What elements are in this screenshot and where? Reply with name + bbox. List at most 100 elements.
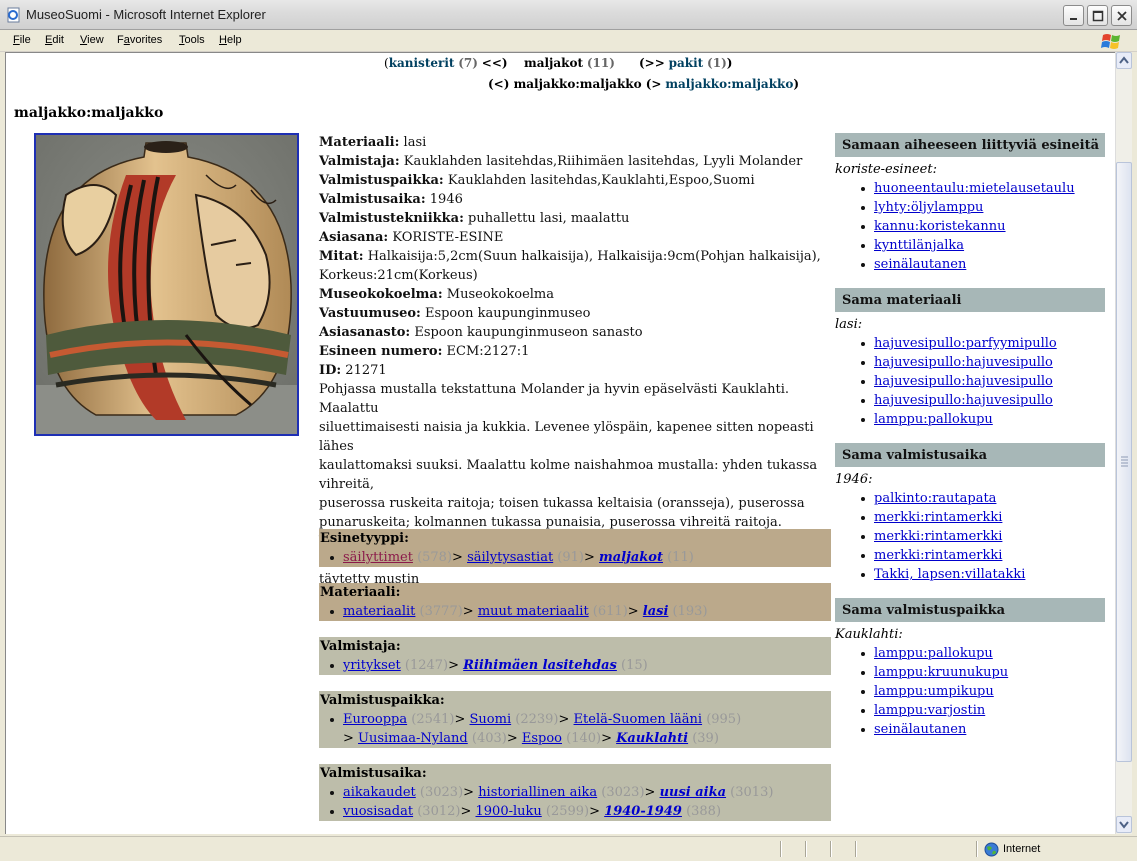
category-link[interactable]: Suomi <box>470 712 512 727</box>
page-title: maljakko:maljakko <box>14 105 164 121</box>
current-category-link[interactable]: maljakot <box>599 550 663 565</box>
related-link[interactable]: hajuvesipullo:hajuvesipullo <box>874 355 1053 370</box>
current-category-link[interactable]: lasi <box>643 604 669 619</box>
related-item: kannu:koristekannu <box>861 217 1105 236</box>
category-link[interactable]: yritykset <box>343 658 401 673</box>
related-link[interactable]: Takki, lapsen:villatakki <box>874 567 1025 582</box>
category-link[interactable]: historiallinen aika <box>478 785 597 800</box>
current-category-link[interactable]: uusi aika <box>660 785 726 800</box>
maximize-button[interactable] <box>1087 5 1108 26</box>
related-box: Sama materiaali lasi: hajuvesipullo:parfyy… <box>835 288 1105 429</box>
scroll-thumb[interactable] <box>1116 162 1132 762</box>
related-link[interactable]: hajuvesipullo:parfyymipullo <box>874 336 1057 351</box>
category-link[interactable]: Etelä-Suomen lääni <box>574 712 703 727</box>
category-link[interactable]: vuosisadat <box>343 804 413 819</box>
related-link[interactable]: huoneentaulu:mietelausetaulu <box>874 181 1075 196</box>
current-category-link[interactable]: Kauklahti <box>616 731 688 746</box>
category-link[interactable]: 1900-luku <box>476 804 542 819</box>
related-link[interactable]: lyhty:öljylamppu <box>874 200 983 215</box>
related-link[interactable]: seinälautanen <box>874 257 966 272</box>
category-link[interactable]: säilytysastiat <box>467 550 553 565</box>
detail-label: Esineen numero: <box>319 344 443 359</box>
menu-view[interactable]: View <box>80 34 104 46</box>
related-link[interactable]: merkki:rintamerkki <box>874 510 1002 525</box>
path-separator: > <box>589 804 605 819</box>
object-photo[interactable] <box>34 133 299 436</box>
category-count: (2541) <box>407 712 455 727</box>
description-line: siluettimaisesti naisia ja kukkia. Leven… <box>319 420 814 454</box>
category-link[interactable]: materiaalit <box>343 604 415 619</box>
detail-row: Mitat: Halkaisija:5,2cm(Suun halkaisija)… <box>319 247 829 266</box>
related-item: merkki:rintamerkki <box>861 546 1105 565</box>
next-item-link[interactable]: maljakko:maljakko <box>665 77 793 91</box>
detail-row: Materiaali: lasi <box>319 133 829 152</box>
vertical-scrollbar[interactable] <box>1115 52 1132 834</box>
related-link[interactable]: seinälautanen <box>874 722 966 737</box>
category-count: (3023) <box>597 785 645 800</box>
related-link[interactable]: kynttilänjalka <box>874 238 964 253</box>
related-link[interactable]: merkki:rintamerkki <box>874 548 1002 563</box>
current-category-link[interactable]: Riihimäen lasitehdas <box>463 658 617 673</box>
detail-row: Asiasanasto: Espoon kaupunginmuseon sana… <box>319 323 829 342</box>
category-path: säilyttimet (578)> säilytysastiat (91)> … <box>330 548 831 567</box>
menu-file[interactable]: File <box>13 34 31 46</box>
menu-favorites[interactable]: Favorites <box>117 34 162 46</box>
detail-value: 21271 <box>345 363 387 378</box>
detail-value: puhallettu lasi, maalattu <box>468 211 630 226</box>
related-link[interactable]: lamppu:varjostin <box>874 703 985 718</box>
status-bar: Internet <box>0 836 1137 861</box>
grip-icon <box>1121 456 1128 467</box>
menu-help[interactable]: Help <box>219 34 242 46</box>
path-separator: > <box>506 731 522 746</box>
category-count: (995) <box>702 712 742 727</box>
path-separator: > <box>454 712 470 727</box>
scroll-up-button[interactable] <box>1116 52 1132 69</box>
detail-label: Valmistaja: <box>319 154 400 169</box>
category-count: (11) <box>662 550 694 565</box>
category-count: (611) <box>588 604 628 619</box>
prev-type-link[interactable]: kanisterit <box>389 56 455 70</box>
detail-row: Vastuumuseo: Espoon kaupunginmuseo <box>319 304 829 323</box>
category-link[interactable]: Eurooppa <box>343 712 407 727</box>
related-link[interactable]: lamppu:pallokupu <box>874 412 993 427</box>
path-separator: > <box>448 658 464 673</box>
detail-row: Asiasana: KORISTE-ESINE <box>319 228 829 247</box>
internet-zone-icon <box>984 842 999 857</box>
current-category-link[interactable]: 1940-1949 <box>604 804 682 819</box>
related-link[interactable]: hajuvesipullo:hajuvesipullo <box>874 393 1053 408</box>
category-link[interactable]: Uusimaa-Nyland <box>358 731 468 746</box>
category-link[interactable]: aikakaudet <box>343 785 416 800</box>
scroll-down-button[interactable] <box>1116 816 1132 833</box>
category-link[interactable]: Espoo <box>522 731 562 746</box>
minimize-button[interactable] <box>1063 5 1084 26</box>
path-separator: > <box>558 712 574 727</box>
related-link[interactable]: lamppu:kruunukupu <box>874 665 1008 680</box>
category-link[interactable]: säilyttimet <box>343 550 413 565</box>
related-item: seinälautanen <box>861 720 1105 739</box>
detail-label: Vastuumuseo: <box>319 306 421 321</box>
status-separator <box>976 841 978 857</box>
next-type-link[interactable]: pakit <box>669 56 704 70</box>
related-link[interactable]: lamppu:pallokupu <box>874 646 993 661</box>
status-zone: Internet <box>1003 843 1041 855</box>
category-link[interactable]: muut materiaalit <box>478 604 589 619</box>
related-link[interactable]: hajuvesipullo:hajuvesipullo <box>874 374 1053 389</box>
category-count: (140) <box>562 731 602 746</box>
detail-value: Korkeus:21cm(Korkeus) <box>319 268 478 283</box>
path-separator: > <box>584 550 600 565</box>
related-link[interactable]: palkinto:rautapata <box>874 491 996 506</box>
path-separator: > <box>627 604 643 619</box>
menu-tools[interactable]: Tools <box>179 34 205 46</box>
related-link[interactable]: lamppu:umpikupu <box>874 684 994 699</box>
close-button[interactable] <box>1111 5 1132 26</box>
related-subheading: Kauklahti: <box>835 627 903 642</box>
menu-edit[interactable]: Edit <box>45 34 64 46</box>
current-type-nav: maljakot (11) <box>524 56 615 70</box>
detail-value: 1946 <box>429 192 463 207</box>
related-item: hajuvesipullo:hajuvesipullo <box>861 391 1105 410</box>
related-link[interactable]: merkki:rintamerkki <box>874 529 1002 544</box>
related-item: merkki:rintamerkki <box>861 527 1105 546</box>
category-count: (3777) <box>415 604 463 619</box>
detail-label: Museokokoelma: <box>319 287 443 302</box>
related-link[interactable]: kannu:koristekannu <box>874 219 1006 234</box>
